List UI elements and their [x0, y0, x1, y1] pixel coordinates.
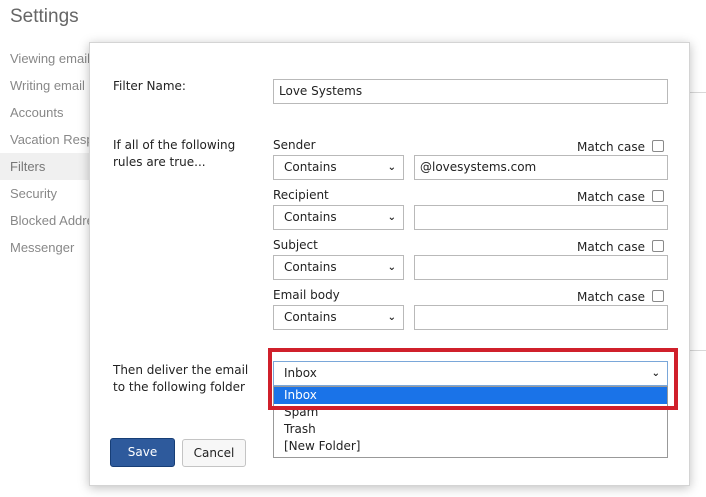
- cancel-button[interactable]: Cancel: [182, 439, 246, 467]
- match-case-checkbox[interactable]: [652, 290, 664, 302]
- rule-operator-value: Contains: [284, 160, 337, 174]
- chevron-down-icon: ⌄: [387, 162, 396, 173]
- settings-sidebar: Viewing email Writing email Accounts Vac…: [0, 45, 95, 261]
- page-title: Settings: [10, 6, 79, 27]
- rule-value-input[interactable]: [414, 205, 668, 230]
- sidebar-item-blocked-addresses[interactable]: Blocked Addre: [0, 207, 95, 234]
- rule-operator-select[interactable]: Contains ⌄: [273, 305, 404, 330]
- match-case-label: Match case: [577, 190, 646, 204]
- match-case-label: Match case: [577, 240, 646, 254]
- sidebar-item-messenger[interactable]: Messenger: [0, 234, 95, 261]
- folder-option-trash[interactable]: Trash: [274, 421, 667, 438]
- deliver-folder-label: Then deliver the email to the following …: [113, 363, 249, 394]
- match-case-label: Match case: [577, 140, 646, 154]
- rule-operator-value: Contains: [284, 310, 337, 324]
- chevron-down-icon: ⌄: [387, 312, 396, 323]
- rule-operator-value: Contains: [284, 210, 337, 224]
- match-case-checkbox[interactable]: [652, 190, 664, 202]
- match-case-checkbox[interactable]: [652, 240, 664, 252]
- highlight-annotation-box: [268, 348, 678, 410]
- chevron-down-icon: ⌄: [387, 212, 396, 223]
- rule-value-input[interactable]: @lovesystems.com: [414, 155, 668, 180]
- match-case-label: Match case: [577, 290, 646, 304]
- filter-name-label: Filter Name:: [113, 79, 186, 93]
- divider: [690, 92, 706, 93]
- sidebar-item-filters[interactable]: Filters: [0, 153, 95, 180]
- rule-value-input[interactable]: [414, 255, 668, 280]
- rule-field-label: Sender: [273, 138, 316, 152]
- rule-operator-select[interactable]: Contains ⌄: [273, 255, 404, 280]
- sidebar-item-accounts[interactable]: Accounts: [0, 99, 95, 126]
- rule-field-label: Subject: [273, 238, 318, 252]
- folder-option-new-folder[interactable]: [New Folder]: [274, 438, 667, 455]
- sidebar-item-viewing-email[interactable]: Viewing email: [0, 45, 95, 72]
- sidebar-item-vacation-response[interactable]: Vacation Resp: [0, 126, 95, 153]
- filter-dialog: Filter Name: Love Systems If all of the …: [89, 42, 690, 486]
- rule-field-label: Email body: [273, 288, 340, 302]
- rule-operator-value: Contains: [284, 260, 337, 274]
- rules-label: If all of the following rules are true..…: [113, 138, 236, 169]
- sidebar-item-writing-email[interactable]: Writing email: [0, 72, 95, 99]
- rule-value-input[interactable]: [414, 305, 668, 330]
- save-button[interactable]: Save: [110, 438, 175, 467]
- rule-field-label: Recipient: [273, 188, 329, 202]
- sidebar-item-security[interactable]: Security: [0, 180, 95, 207]
- rule-operator-select[interactable]: Contains ⌄: [273, 205, 404, 230]
- chevron-down-icon: ⌄: [387, 262, 396, 273]
- rule-operator-select[interactable]: Contains ⌄: [273, 155, 404, 180]
- divider: [690, 350, 706, 351]
- filter-name-input[interactable]: Love Systems: [273, 79, 668, 104]
- match-case-checkbox[interactable]: [652, 140, 664, 152]
